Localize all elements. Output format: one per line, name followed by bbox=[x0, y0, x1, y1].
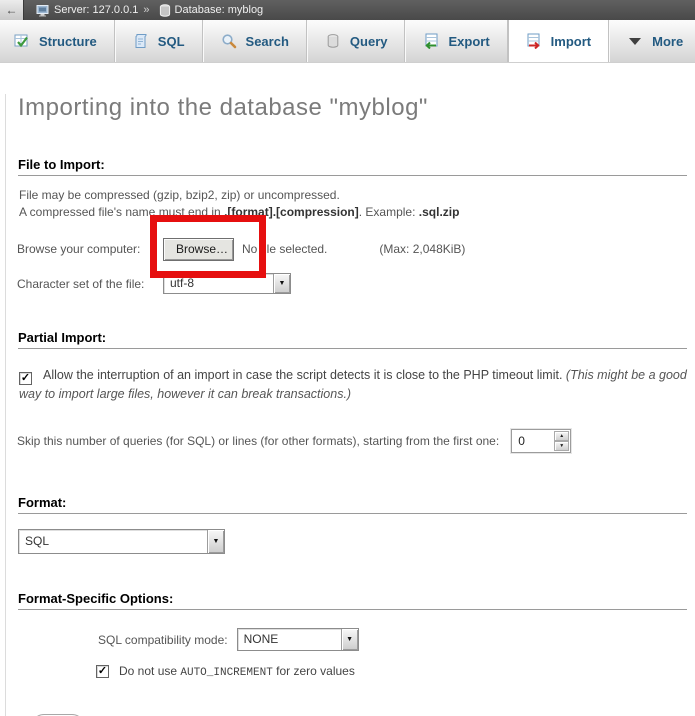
format-select[interactable]: SQL ▼ bbox=[18, 529, 225, 554]
charset-select[interactable]: utf-8 ▼ bbox=[163, 273, 291, 294]
charset-selected-value: utf-8 bbox=[164, 274, 200, 293]
charset-row: Character set of the file: utf-8 ▼ bbox=[17, 273, 689, 294]
sql-compatibility-row: SQL compatibility mode: NONE ▼ bbox=[17, 628, 689, 651]
auto-increment-checkbox[interactable]: ✓ bbox=[96, 665, 109, 678]
partial-import-section: Partial Import: ✓ Allow the interruption … bbox=[17, 330, 689, 453]
tab-search[interactable]: Search bbox=[203, 20, 307, 62]
skip-queries-row: Skip this number of queries (for SQL) or… bbox=[17, 429, 689, 453]
tab-label: Search bbox=[246, 34, 289, 49]
page-title: Importing into the database "myblog" bbox=[18, 94, 689, 122]
breadcrumb-server[interactable]: Server: 127.0.0.1 bbox=[54, 4, 138, 16]
tab-more[interactable]: More bbox=[609, 20, 695, 62]
breadcrumb-separator: » bbox=[143, 4, 149, 16]
chevron-down-icon[interactable]: ▼ bbox=[341, 629, 358, 650]
tab-structure[interactable]: Structure bbox=[0, 20, 115, 62]
tab-export[interactable]: Export bbox=[405, 20, 507, 62]
chevron-down-icon[interactable]: ▼ bbox=[207, 530, 224, 553]
auto-increment-row: ✓ Do not use AUTO_INCREMENT for zero val… bbox=[17, 664, 689, 679]
phpmyadmin-window: ← Server: 127.0.0.1 » Database: myblog S… bbox=[0, 0, 695, 716]
auto-increment-text: Do not use AUTO_INCREMENT for zero value… bbox=[119, 664, 355, 679]
tab-label: Import bbox=[551, 34, 591, 49]
format-heading: Format: bbox=[18, 495, 687, 514]
server-icon bbox=[36, 4, 50, 17]
browse-row: Browse your computer: Browse… No file se… bbox=[17, 237, 689, 261]
format-specific-options-heading: Format-Specific Options: bbox=[18, 591, 687, 610]
search-icon bbox=[221, 33, 237, 49]
tab-import[interactable]: Import bbox=[508, 20, 609, 62]
allow-interrupt-row: ✓ Allow the interruption of an import in … bbox=[19, 366, 687, 404]
tab-label: Query bbox=[350, 34, 388, 49]
tab-label: Export bbox=[448, 34, 489, 49]
chevron-down-icon[interactable]: ▼ bbox=[273, 274, 290, 293]
breadcrumb-database[interactable]: Database: myblog bbox=[175, 4, 264, 16]
chevron-down-icon bbox=[627, 33, 643, 49]
max-size-text: (Max: 2,048KiB) bbox=[379, 242, 465, 256]
file-to-import-heading: File to Import: bbox=[18, 157, 687, 176]
query-icon bbox=[325, 33, 341, 49]
compression-note: File may be compressed (gzip, bzip2, zip… bbox=[19, 187, 689, 221]
no-file-selected-text: No file selected. bbox=[242, 242, 327, 256]
format-specific-options-section: Format-Specific Options: SQL compatibili… bbox=[17, 591, 689, 679]
sql-compatibility-select[interactable]: NONE ▼ bbox=[237, 628, 359, 651]
spinner-down-icon[interactable]: ▼ bbox=[554, 441, 569, 451]
browse-label: Browse your computer: bbox=[17, 242, 163, 256]
tab-label: SQL bbox=[158, 34, 185, 49]
skip-queries-label: Skip this number of queries (for SQL) or… bbox=[17, 434, 499, 448]
browse-button[interactable]: Browse… bbox=[163, 238, 234, 261]
tab-bar: Structure SQL Search Query Export bbox=[0, 20, 695, 63]
sql-compatibility-value: NONE bbox=[238, 629, 285, 650]
format-selected-value: SQL bbox=[19, 530, 55, 553]
tab-query[interactable]: Query bbox=[307, 20, 406, 62]
charset-label: Character set of the file: bbox=[17, 277, 163, 291]
import-icon bbox=[526, 33, 542, 49]
tab-label: More bbox=[652, 34, 683, 49]
allow-interrupt-text: Allow the interruption of an import in c… bbox=[43, 368, 566, 382]
sql-compatibility-label: SQL compatibility mode: bbox=[98, 633, 228, 647]
breadcrumb-bar: ← Server: 127.0.0.1 » Database: myblog bbox=[0, 0, 695, 20]
spinner-buttons: ▲ ▼ bbox=[554, 431, 569, 451]
format-section: Format: SQL ▼ bbox=[17, 495, 689, 554]
database-icon bbox=[159, 4, 171, 17]
auto-increment-code: AUTO_INCREMENT bbox=[180, 667, 272, 679]
main-content: Importing into the database "myblog" Fil… bbox=[5, 94, 695, 716]
export-icon bbox=[423, 33, 439, 49]
partial-import-heading: Partial Import: bbox=[18, 330, 687, 349]
back-button[interactable]: ← bbox=[0, 0, 24, 20]
file-to-import-section: File to Import: File may be compressed (… bbox=[17, 157, 689, 294]
skip-queries-value: 0 bbox=[512, 430, 553, 452]
tab-label: Structure bbox=[39, 34, 97, 49]
structure-icon bbox=[14, 33, 30, 49]
tab-sql[interactable]: SQL bbox=[115, 20, 203, 62]
allow-interrupt-checkbox[interactable]: ✓ bbox=[19, 372, 32, 385]
spinner-up-icon[interactable]: ▲ bbox=[554, 431, 569, 441]
sql-icon bbox=[133, 33, 149, 49]
back-arrow-icon: ← bbox=[6, 3, 18, 17]
skip-queries-input[interactable]: 0 ▲ ▼ bbox=[511, 429, 571, 453]
